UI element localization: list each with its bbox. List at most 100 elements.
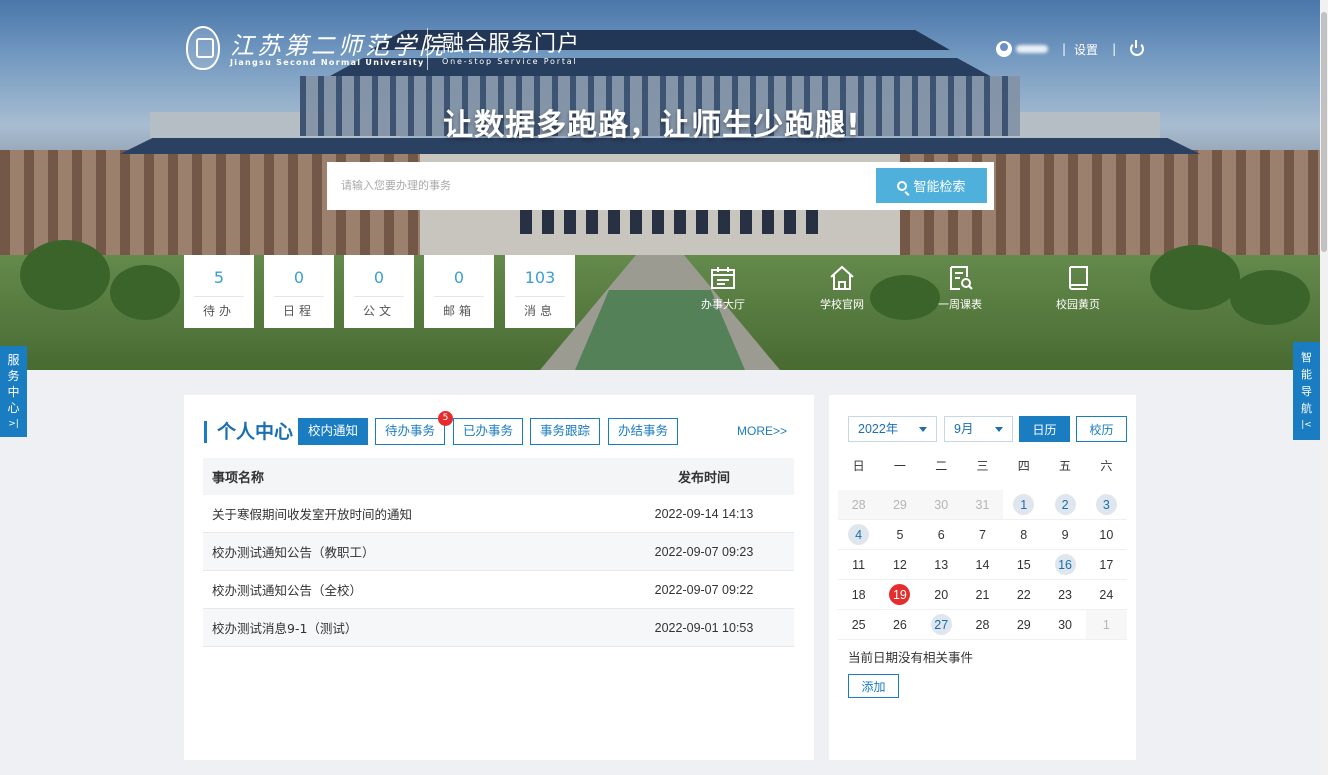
calendar-day[interactable]: 9 [1044, 520, 1085, 549]
side-tab-char: 务 [7, 368, 20, 383]
side-tab-char: 中 [7, 384, 20, 399]
row-title[interactable]: 关于寒假期间收发室开放时间的通知 [203, 504, 614, 523]
school-calendar-button[interactable]: 校历 [1076, 416, 1127, 442]
stat-card-schedule[interactable]: 0 日程 [264, 255, 334, 328]
username-redacted[interactable] [1016, 45, 1048, 53]
day-number: 15 [1016, 557, 1031, 572]
calendar-day[interactable]: 1 [1003, 490, 1044, 519]
power-icon[interactable] [1130, 40, 1145, 56]
row-title[interactable]: 校办测试消息9-1（测试） [203, 618, 614, 637]
row-title[interactable]: 校办测试通知公告（教职工） [203, 542, 614, 561]
calendar-day[interactable]: 23 [1044, 580, 1085, 609]
calendar-day[interactable]: 12 [879, 550, 920, 579]
calendar-day[interactable]: 31 [961, 490, 1004, 519]
calendar-day[interactable]: 4 [838, 520, 879, 549]
tab-pending-affairs[interactable]: 待办事务 [375, 418, 446, 445]
stat-card-mailbox[interactable]: 0 邮箱 [424, 255, 494, 328]
avatar-icon[interactable] [996, 41, 1012, 57]
book-icon [1069, 266, 1088, 290]
tab-done-affairs[interactable]: 已办事务 [453, 418, 524, 445]
day-number: 19 [889, 584, 911, 605]
row-title[interactable]: 校办测试通知公告（全校） [203, 580, 614, 599]
calendar-day[interactable]: 10 [1086, 520, 1127, 549]
calendar-day[interactable]: 7 [962, 520, 1003, 549]
calendar-day[interactable]: 30 [1044, 610, 1085, 639]
weekday-label: 三 [976, 459, 989, 473]
table-row[interactable]: 校办测试通知公告（教职工） 2022-09-07 09:23 [203, 533, 794, 571]
stat-card-todo[interactable]: 5 待办 [184, 255, 254, 328]
day-number: 4 [848, 524, 870, 545]
quick-link-yellow-pages[interactable]: 校园黄页 [1033, 264, 1123, 312]
calendar-day[interactable]: 3 [1086, 490, 1127, 519]
calendar-day[interactable]: 17 [1086, 550, 1127, 579]
calendar-day[interactable]: 11 [838, 550, 879, 579]
quick-link-label: 校园黄页 [1056, 298, 1100, 311]
tab-campus-notice[interactable]: 校内通知 [298, 418, 369, 445]
calendar-day[interactable]: 6 [921, 520, 962, 549]
service-center-tab[interactable]: 服 务 中 心 >| [0, 346, 27, 437]
settings-link[interactable]: 设置 [1074, 41, 1098, 58]
day-number: 27 [930, 614, 952, 635]
calendar-day[interactable]: 18 [838, 580, 879, 609]
day-number: 2 [1054, 494, 1076, 515]
side-tab-char: 能 [1301, 367, 1312, 381]
day-number: 28 [851, 497, 866, 512]
search-input[interactable] [341, 174, 861, 198]
more-link[interactable]: MORE>> [737, 424, 787, 438]
table-row[interactable]: 校办测试消息9-1（测试） 2022-09-01 10:53 [203, 609, 794, 647]
notice-table: 事项名称 发布时间 关于寒假期间收发室开放时间的通知 2022-09-14 14… [203, 458, 794, 647]
calendar-day-today[interactable]: 19 [879, 580, 920, 609]
calendar-day[interactable]: 26 [879, 610, 920, 639]
stat-card-documents[interactable]: 0 公文 [344, 255, 414, 328]
calendar-grid: 28 29 30 31 1 2 3 4 5 6 7 8 9 10 11 12 13 14 15 16 17 18 19 20 2… [838, 490, 1127, 640]
expand-icon: >| [8, 418, 19, 429]
calendar-day[interactable]: 21 [962, 580, 1003, 609]
day-number: 10 [1099, 527, 1114, 542]
year-select[interactable]: 2022年 [848, 416, 937, 442]
calendar-day[interactable]: 5 [879, 520, 920, 549]
quick-link-service-hall[interactable]: 办事大厅 [678, 264, 768, 312]
calendar-day[interactable]: 8 [1003, 520, 1044, 549]
calendar-day[interactable]: 24 [1086, 580, 1127, 609]
tab-affair-tracking[interactable]: 事务跟踪 [530, 418, 601, 445]
smart-navigation-tab[interactable]: 智 能 导 航 |< [1293, 342, 1320, 440]
calendar-day[interactable]: 29 [1003, 610, 1044, 639]
tab-completed-affairs[interactable]: 办结事务 [608, 418, 679, 445]
calendar-day[interactable]: 20 [921, 580, 962, 609]
divider [194, 296, 244, 297]
calendar-day[interactable]: 29 [879, 490, 921, 519]
day-number: 21 [975, 587, 990, 602]
calendar-day[interactable]: 1 [1085, 610, 1127, 639]
table-row[interactable]: 校办测试通知公告（全校） 2022-09-07 09:22 [203, 571, 794, 609]
day-number: 29 [892, 497, 907, 512]
calendar-day[interactable]: 28 [962, 610, 1003, 639]
calendar-button[interactable]: 日历 [1019, 416, 1070, 442]
add-event-button[interactable]: 添加 [848, 674, 899, 698]
table-row[interactable]: 关于寒假期间收发室开放时间的通知 2022-09-14 14:13 [203, 495, 794, 533]
calendar-day[interactable]: 27 [921, 610, 962, 639]
month-select[interactable]: 9月 [944, 416, 1013, 442]
smart-search-button[interactable]: 智能检索 [876, 168, 987, 203]
quick-link-weekly-schedule[interactable]: 一周课表 [915, 264, 1005, 312]
stat-value: 0 [373, 268, 385, 287]
calendar-day[interactable]: 15 [1003, 550, 1044, 579]
school-seal-logo[interactable] [186, 26, 220, 70]
calendar-day[interactable]: 22 [1003, 580, 1044, 609]
calendar-day[interactable]: 30 [920, 490, 962, 519]
stat-card-messages[interactable]: 103 消息 [505, 255, 575, 328]
day-number: 17 [1099, 557, 1114, 572]
stat-value: 5 [213, 268, 225, 287]
quick-link-label: 办事大厅 [701, 298, 745, 311]
calendar-day[interactable]: 2 [1044, 490, 1085, 519]
calendar-day[interactable]: 25 [838, 610, 879, 639]
calendar-day[interactable]: 16 [1044, 550, 1085, 579]
quick-link-official-site[interactable]: 学校官网 [797, 264, 887, 312]
calendar-day[interactable]: 14 [962, 550, 1003, 579]
day-number: 1 [1013, 494, 1035, 515]
calendar-day[interactable]: 13 [921, 550, 962, 579]
search-bar: 智能检索 [327, 162, 994, 210]
scrollbar-thumb[interactable] [1321, 12, 1327, 252]
weekday-label: 一 [893, 459, 906, 473]
calendar-day[interactable]: 28 [838, 490, 880, 519]
weekday-label: 二 [935, 459, 948, 473]
